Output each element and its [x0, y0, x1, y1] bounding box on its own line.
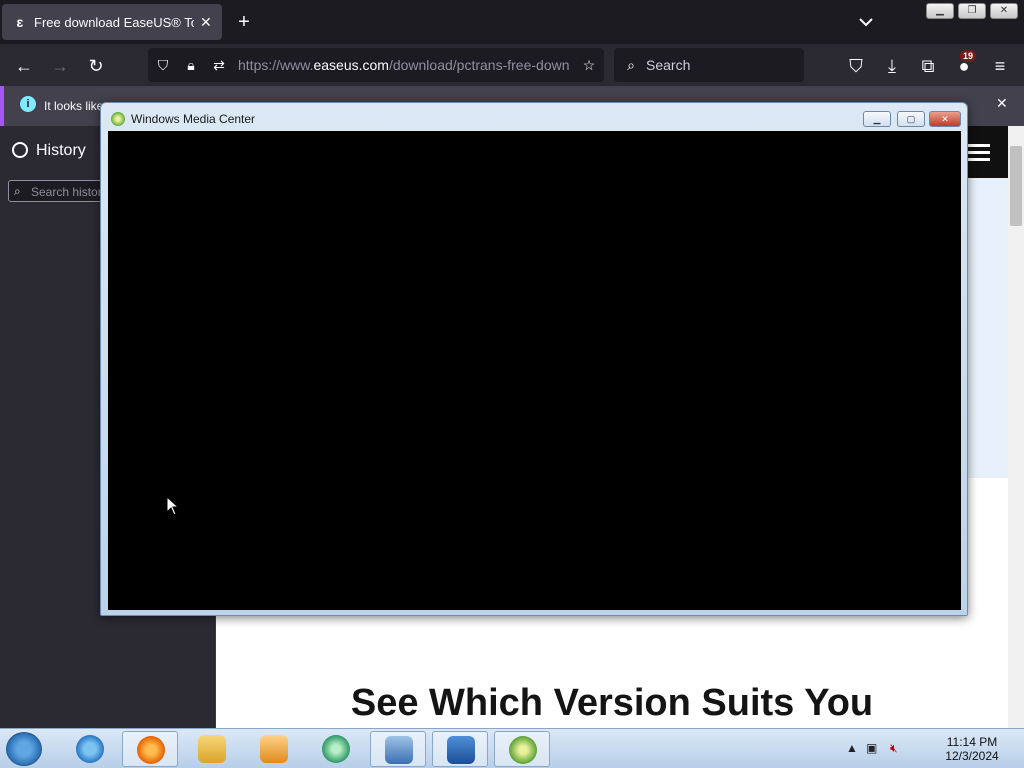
- restore-button[interactable]: ❐: [958, 3, 986, 19]
- file-explorer-taskbar-button[interactable]: [184, 731, 240, 767]
- url-bar[interactable]: ⛉ 🔒︎ ⇄ https://www.easeus.com/download/p…: [148, 48, 604, 82]
- site-menu-icon[interactable]: [968, 144, 990, 147]
- tab-title: Free download EaseUS® Todo P: [34, 14, 194, 30]
- tab-list-chevron-icon[interactable]: [854, 10, 878, 34]
- search-icon: ⌕: [627, 57, 635, 73]
- mouse-cursor-icon: [166, 496, 180, 516]
- tab-strip: ɛ Free download EaseUS® Todo P ✕ + ▁ ❐ ✕: [0, 0, 1024, 44]
- system-clock[interactable]: 11:14 PM 12/3/2024: [942, 735, 1002, 763]
- wmc-video-area[interactable]: [108, 131, 961, 610]
- wmc-close-button[interactable]: ✕: [929, 111, 961, 127]
- reload-icon[interactable]: ↻: [82, 52, 110, 80]
- new-tab-button[interactable]: +: [232, 10, 256, 34]
- firefox-icon: [137, 736, 165, 764]
- search-icon: ⌕: [14, 184, 21, 198]
- network-icon[interactable]: ▣: [866, 741, 877, 755]
- url-prefix: https://www.: [238, 57, 314, 73]
- media-center-icon: [111, 112, 125, 126]
- scrollbar-thumb[interactable]: [1010, 146, 1022, 226]
- permissions-icon[interactable]: ⇄: [210, 56, 228, 74]
- pocket-icon[interactable]: ⛉: [842, 52, 870, 80]
- media-player-taskbar-button[interactable]: [246, 731, 302, 767]
- remote-desktop-taskbar-button[interactable]: [370, 731, 426, 767]
- media-player-icon: [260, 735, 288, 763]
- sidebar-title[interactable]: History: [36, 142, 86, 160]
- close-window-button[interactable]: ✕: [990, 3, 1018, 19]
- easeus-favicon-icon: ɛ: [16, 14, 24, 30]
- forward-arrow-icon[interactable]: →: [46, 52, 74, 80]
- download-icon[interactable]: ⤓: [878, 52, 906, 80]
- clock-time: 11:14 PM: [946, 735, 998, 749]
- back-arrow-icon[interactable]: ←: [10, 52, 38, 80]
- bookmark-star-icon[interactable]: ☆: [580, 56, 598, 74]
- search-placeholder: Search: [646, 57, 691, 73]
- lock-icon[interactable]: 🔒︎: [182, 56, 200, 74]
- history-search-placeholder: Search histor: [31, 185, 102, 199]
- url-path: /download/pctrans-free-down: [388, 57, 570, 73]
- windows-media-center-icon: [509, 736, 537, 764]
- monitor-icon: [385, 736, 413, 764]
- page-heading: See Which Version Suits You: [350, 682, 874, 724]
- addon-badge: 19: [960, 50, 977, 62]
- wmc-title: Windows Media Center: [131, 112, 256, 126]
- tab-easeus[interactable]: ɛ Free download EaseUS® Todo P ✕: [2, 4, 222, 40]
- windows-media-center-window: Windows Media Center ▁ ▢ ✕: [100, 102, 968, 616]
- media-app-taskbar-button[interactable]: [308, 731, 364, 767]
- pc-app-icon: [447, 736, 475, 764]
- notification-text: It looks like: [44, 99, 104, 113]
- show-hidden-icons-icon[interactable]: ▲: [846, 741, 858, 755]
- notification-close-icon[interactable]: ✕: [996, 95, 1008, 112]
- page-scrollbar[interactable]: [1008, 126, 1024, 728]
- search-bar[interactable]: ⌕ Search: [614, 48, 804, 82]
- pc-app-taskbar-button[interactable]: [432, 731, 488, 767]
- wmc-maximize-button[interactable]: ▢: [897, 111, 925, 127]
- taskbar: ▲ ▣ 🔇︎ 11:14 PM 12/3/2024: [0, 728, 1024, 768]
- clock-icon: [12, 142, 28, 158]
- firefox-taskbar-button[interactable]: [122, 731, 178, 767]
- media-app-icon: [322, 735, 350, 763]
- shield-icon[interactable]: ⛉: [154, 56, 172, 74]
- internet-explorer-taskbar-button[interactable]: [62, 731, 118, 767]
- url-text[interactable]: https://www.easeus.com/download/pctrans-…: [238, 57, 570, 73]
- url-host: easeus.com: [313, 57, 389, 73]
- tab-close-icon[interactable]: ✕: [200, 14, 212, 31]
- start-button-icon[interactable]: [6, 732, 42, 766]
- minimize-button[interactable]: ▁: [926, 3, 954, 19]
- extensions-icon[interactable]: ⧉: [914, 52, 942, 80]
- folder-icon: [198, 735, 226, 763]
- internet-explorer-icon: [76, 735, 104, 763]
- wmc-minimize-button[interactable]: ▁: [863, 111, 891, 127]
- info-icon: i: [20, 96, 36, 112]
- windows-media-center-taskbar-button[interactable]: [494, 731, 550, 767]
- clock-date: 12/3/2024: [945, 749, 999, 763]
- navigation-bar: ← → ↻ ⛉ 🔒︎ ⇄ https://www.easeus.com/down…: [0, 44, 1024, 86]
- menu-hamburger-icon[interactable]: ≡: [986, 52, 1014, 80]
- volume-muted-icon[interactable]: 🔇︎: [890, 741, 898, 756]
